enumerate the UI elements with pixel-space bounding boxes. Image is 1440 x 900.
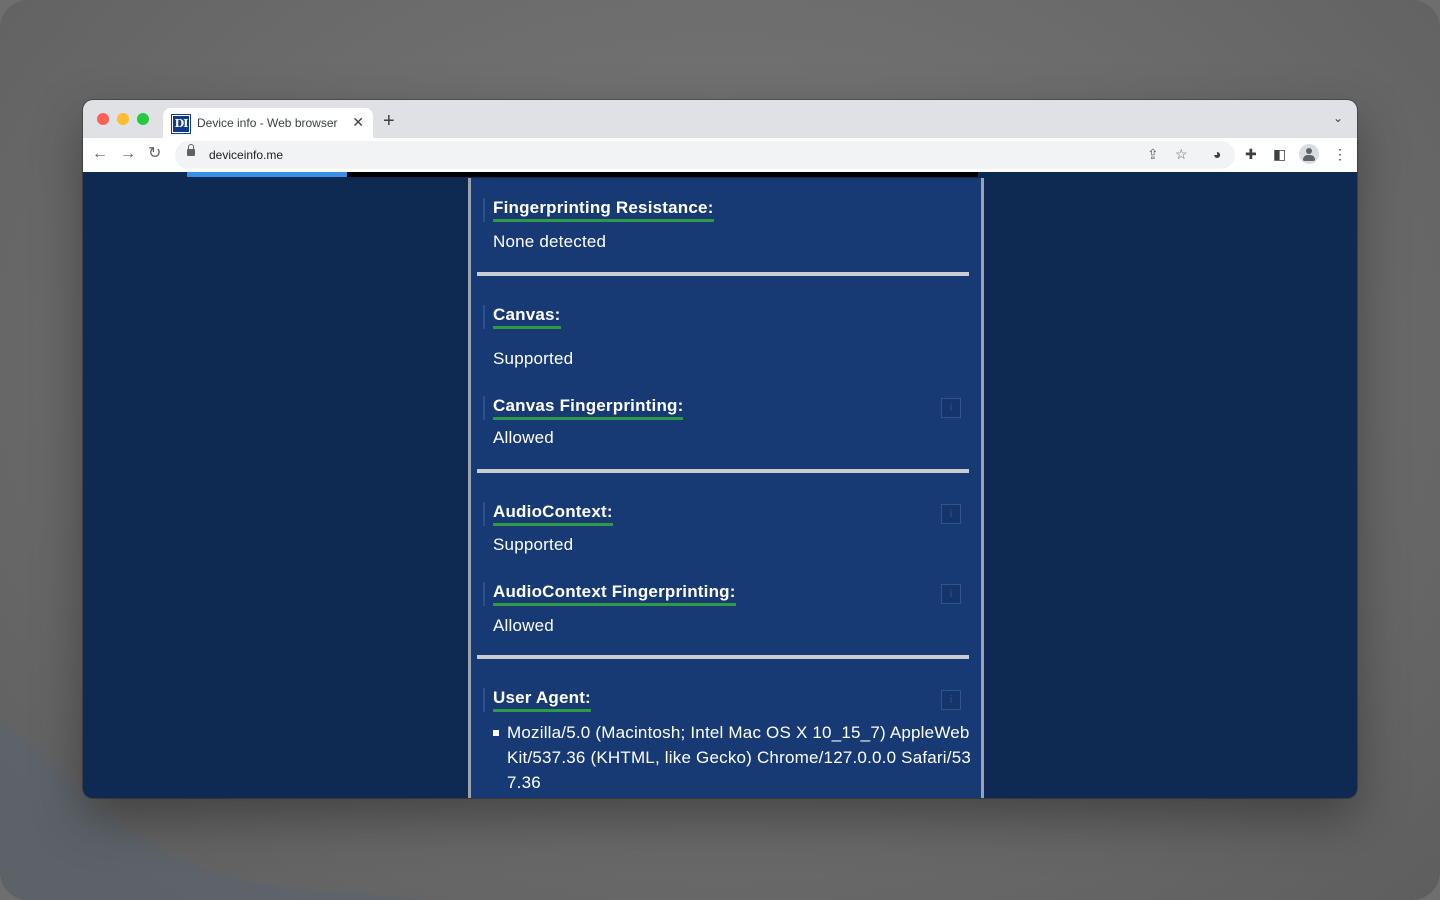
user-agent-value: Mozilla/5.0 (Macintosh; Intel Mac OS X 1… — [507, 723, 971, 792]
minimize-window-button[interactable] — [117, 113, 129, 125]
audiocontext-info-icon[interactable]: i — [941, 504, 961, 524]
cookie-extension-icon[interactable]: ◕ — [1213, 146, 1221, 162]
page-progress-track — [187, 172, 978, 177]
zoom-window-button[interactable] — [137, 113, 149, 125]
url-text[interactable]: deviceinfo.me — [209, 148, 283, 162]
profile-avatar-icon[interactable] — [1299, 144, 1319, 164]
browser-toolbar: ← → ↻ deviceinfo.me ⇪ ☆ ◕ ✚ ◧ ⋮ — [83, 138, 1357, 173]
audiocontext-fingerprinting-value: Allowed — [493, 616, 554, 635]
window-controls — [97, 113, 149, 125]
bookmark-star-icon[interactable]: ☆ — [1175, 146, 1188, 163]
extensions-puzzle-icon[interactable]: ✚ — [1245, 146, 1257, 162]
list-bullet-icon — [493, 730, 499, 736]
address-bar[interactable]: deviceinfo.me ⇪ ☆ — [175, 141, 1235, 169]
audiocontext-fingerprinting-label: AudioContext Fingerprinting: — [483, 582, 736, 606]
canvas-label: Canvas: — [483, 305, 561, 329]
user-agent-info-icon[interactable]: i — [941, 690, 961, 710]
section-divider — [477, 655, 969, 659]
menu-kebab-icon[interactable]: ⋮ — [1333, 146, 1347, 162]
audiocontext-value: Supported — [493, 535, 574, 554]
new-tab-button[interactable]: + — [383, 110, 395, 132]
close-window-button[interactable] — [97, 113, 109, 125]
tab-close-icon[interactable]: ✕ — [352, 114, 364, 130]
canvas-fingerprinting-value: Allowed — [493, 428, 554, 447]
section-divider — [477, 469, 969, 473]
page-progress-indicator — [187, 172, 347, 177]
user-agent-label: User Agent: — [483, 688, 591, 712]
page-content: Fingerprinting Resistance: None detected… — [83, 172, 1357, 798]
canvas-fingerprinting-info-icon[interactable]: i — [941, 398, 961, 418]
browser-tab-active[interactable]: DI Device info - Web browser ✕ — [163, 108, 373, 138]
fingerprinting-resistance-label: Fingerprinting Resistance: — [483, 198, 714, 222]
fingerprinting-resistance-value: None detected — [493, 232, 607, 251]
device-info-panel: Fingerprinting Resistance: None detected… — [468, 178, 984, 798]
tab-strip: DI Device info - Web browser ✕ + ⌄ — [83, 100, 1357, 138]
user-agent-list-item: Mozilla/5.0 (Macintosh; Intel Mac OS X 1… — [493, 720, 977, 795]
tab-search-chevron-icon[interactable]: ⌄ — [1333, 111, 1343, 125]
tab-title: Device info - Web browser — [197, 116, 338, 130]
reload-icon[interactable]: ↻ — [148, 145, 161, 163]
canvas-value: Supported — [493, 349, 574, 368]
lock-icon[interactable] — [187, 144, 195, 156]
section-divider — [477, 272, 969, 276]
user-agent-list: Mozilla/5.0 (Macintosh; Intel Mac OS X 1… — [483, 720, 971, 798]
forward-icon[interactable]: → — [120, 145, 136, 163]
audiocontext-fingerprinting-info-icon[interactable]: i — [941, 584, 961, 604]
browser-window: DI Device info - Web browser ✕ + ⌄ ← → ↻… — [83, 100, 1357, 798]
favicon-icon: DI — [171, 114, 191, 134]
audiocontext-label: AudioContext: — [483, 502, 613, 526]
share-icon[interactable]: ⇪ — [1147, 146, 1159, 163]
canvas-fingerprinting-label: Canvas Fingerprinting: — [483, 396, 684, 420]
back-icon[interactable]: ← — [92, 145, 108, 163]
side-panel-icon[interactable]: ◧ — [1273, 146, 1286, 162]
